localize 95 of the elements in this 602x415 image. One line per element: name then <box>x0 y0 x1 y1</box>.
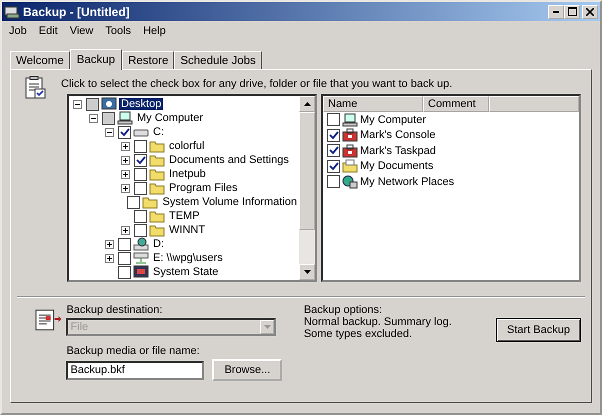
checkbox[interactable] <box>134 168 147 180</box>
checkbox[interactable] <box>118 126 131 138</box>
checkbox[interactable] <box>134 140 147 152</box>
document-arrow-icon <box>35 308 62 332</box>
folder-icon <box>342 159 358 174</box>
checkbox[interactable] <box>134 210 147 222</box>
tab[interactable]: Backup <box>70 49 122 70</box>
minimize-button[interactable] <box>548 4 564 18</box>
options-text: Some types excluded. <box>304 328 414 340</box>
tree-item[interactable]: Desktop <box>119 98 164 110</box>
checkbox[interactable] <box>118 238 131 250</box>
folder-icon <box>149 181 165 195</box>
list-item[interactable]: Mark's Console <box>360 129 436 142</box>
checkbox[interactable] <box>134 224 147 236</box>
toolbox-icon <box>342 128 358 142</box>
folder-icon <box>149 167 165 181</box>
checkbox[interactable] <box>134 182 147 194</box>
options-heading: Backup options: <box>304 304 384 316</box>
backup-app-icon <box>4 4 20 18</box>
checkbox[interactable] <box>327 144 340 158</box>
folder-icon <box>149 139 165 153</box>
close-button[interactable] <box>582 4 598 18</box>
globe-computer-icon <box>342 174 358 189</box>
destination-label: Backup destination: <box>66 304 164 318</box>
network-drive-icon <box>133 251 149 265</box>
menu-item[interactable]: View <box>64 24 98 36</box>
disc-drive-icon <box>133 237 149 251</box>
checkbox[interactable] <box>134 154 147 166</box>
tree-item[interactable]: System Volume Information <box>160 196 299 208</box>
checkbox[interactable] <box>327 113 340 126</box>
menu-item[interactable]: Help <box>138 24 171 36</box>
checkbox[interactable] <box>127 196 140 208</box>
browse-button[interactable]: Browse... <box>212 359 282 381</box>
tree-item[interactable]: System State <box>151 266 220 278</box>
expander-icon[interactable] <box>105 128 114 136</box>
column-header[interactable]: Name <box>323 96 423 112</box>
column-header[interactable]: Comment <box>423 96 489 112</box>
tree-item[interactable]: WINNT <box>167 224 208 236</box>
maximize-icon <box>568 7 576 16</box>
system-icon <box>133 265 149 279</box>
expander-icon[interactable] <box>73 100 82 108</box>
tree-item[interactable]: E: \\wpg\users <box>151 252 225 264</box>
options-text: Normal backup. Summary log. <box>304 316 453 328</box>
expander-icon[interactable] <box>121 226 130 234</box>
list-item[interactable]: Mark's Taskpad <box>360 144 436 157</box>
tree-item[interactable]: colorful <box>167 140 206 152</box>
up-arrow-icon <box>304 102 310 106</box>
checkbox[interactable] <box>118 252 131 264</box>
dropdown-arrow-icon <box>264 325 271 329</box>
expander-icon[interactable] <box>105 254 114 262</box>
expander-icon[interactable] <box>121 170 130 178</box>
checkbox[interactable] <box>327 128 340 142</box>
toolbox-icon <box>342 144 358 158</box>
scrollbar[interactable] <box>299 96 315 280</box>
tree-item[interactable]: C: <box>151 126 166 138</box>
close-icon <box>586 8 594 16</box>
expander-icon[interactable] <box>121 156 130 164</box>
folder-icon <box>149 209 165 223</box>
tab[interactable]: Welcome <box>10 51 70 69</box>
checklist-icon <box>25 76 47 100</box>
tree-item[interactable]: TEMP <box>167 210 202 222</box>
checkbox[interactable] <box>118 266 131 278</box>
file-name-field[interactable]: Backup.bkf <box>66 360 204 380</box>
list-item[interactable]: My Network Places <box>360 176 454 188</box>
tree-item[interactable]: My Computer <box>135 112 206 124</box>
list-item[interactable]: My Computer <box>360 114 426 126</box>
maximize-button[interactable] <box>564 4 580 18</box>
tab[interactable]: Schedule Jobs <box>174 51 262 69</box>
computer-icon <box>117 111 133 125</box>
window-title: Backup - [Untitled] <box>23 4 130 18</box>
expander-icon[interactable] <box>121 142 130 150</box>
tree-item[interactable]: Inetpub <box>167 168 208 180</box>
menu-item[interactable]: Job <box>4 24 32 36</box>
expander-icon[interactable] <box>89 114 98 122</box>
computer-icon <box>342 112 358 127</box>
checkbox[interactable] <box>327 160 340 173</box>
menu-item[interactable]: Edit <box>34 24 63 36</box>
down-arrow-icon <box>304 270 310 274</box>
expander-icon[interactable] <box>105 240 114 248</box>
folder-icon <box>142 195 158 209</box>
desktop-icon <box>101 97 117 111</box>
expander-icon[interactable] <box>121 184 130 192</box>
tab[interactable]: Restore <box>122 51 174 69</box>
folder-icon <box>149 153 165 167</box>
folder-icon <box>149 223 165 237</box>
start-backup-button[interactable]: Start Backup <box>496 318 581 342</box>
tree-item[interactable]: Program Files <box>167 182 240 194</box>
tree-item[interactable]: D: <box>151 238 166 250</box>
instruction-text: Click to select the check box for any drive, folder or file that you want to back up. <box>61 78 452 90</box>
checkbox[interactable] <box>327 175 340 188</box>
menu-item[interactable]: Tools <box>100 24 136 36</box>
list-item[interactable]: My Documents <box>360 160 434 172</box>
minimize-icon <box>553 10 559 12</box>
tree-item[interactable]: Documents and Settings <box>167 154 291 166</box>
media-label: Backup media or file name: <box>66 345 201 359</box>
